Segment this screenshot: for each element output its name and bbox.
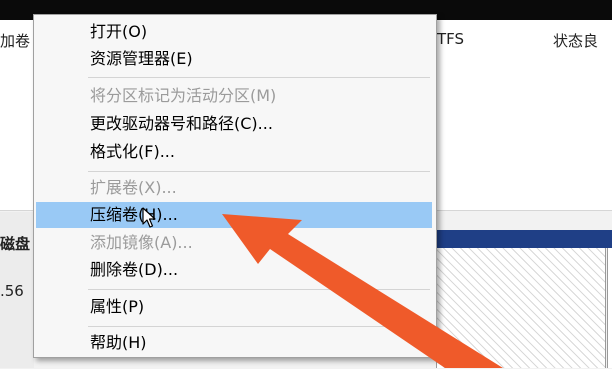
bg-status-fragment: 状态良 <box>553 32 599 50</box>
menu-separator <box>88 77 430 78</box>
menu-item-delete-volume[interactable]: 删除卷(D)... <box>36 257 432 283</box>
menu-item-extend-volume[interactable]: 扩展卷(X)... <box>36 175 432 201</box>
menu-item-change-drive-letter[interactable]: 更改驱动器号和路径(C)... <box>36 111 432 137</box>
menu-item-add-mirror[interactable]: 添加镜像(A)... <box>36 230 432 256</box>
volume-partition[interactable] <box>436 248 606 368</box>
menu-separator <box>88 326 430 327</box>
bg-filesystem-fragment: TFS <box>437 30 465 48</box>
menu-item-properties[interactable]: 属性(P) <box>36 294 432 320</box>
volume-header-bar-2 <box>606 230 612 248</box>
menu-item-explorer[interactable]: 资源管理器(E) <box>36 46 432 72</box>
menu-item-mark-active[interactable]: 将分区标记为活动分区(M) <box>36 83 432 109</box>
bg-volume-fragment: 加卷 <box>0 32 31 50</box>
menu-separator <box>88 171 430 172</box>
menu-item-format[interactable]: 格式化(F)... <box>36 139 432 165</box>
mouse-pointer-icon <box>142 207 156 233</box>
menu-item-help[interactable]: 帮助(H) <box>36 330 432 356</box>
volume-partition-2[interactable] <box>607 248 612 368</box>
volume-header-bar <box>436 230 606 248</box>
menu-item-open[interactable]: 打开(O) <box>36 19 432 45</box>
context-menu: 打开(O) 资源管理器(E) 将分区标记为活动分区(M) 更改驱动器号和路径(C… <box>33 14 437 358</box>
bg-disk-label: 磁盘 <box>0 235 31 253</box>
menu-separator <box>88 289 430 290</box>
menu-item-shrink-volume[interactable]: 压缩卷(H)... <box>36 202 432 228</box>
bg-disk-size: .56 <box>0 282 24 300</box>
